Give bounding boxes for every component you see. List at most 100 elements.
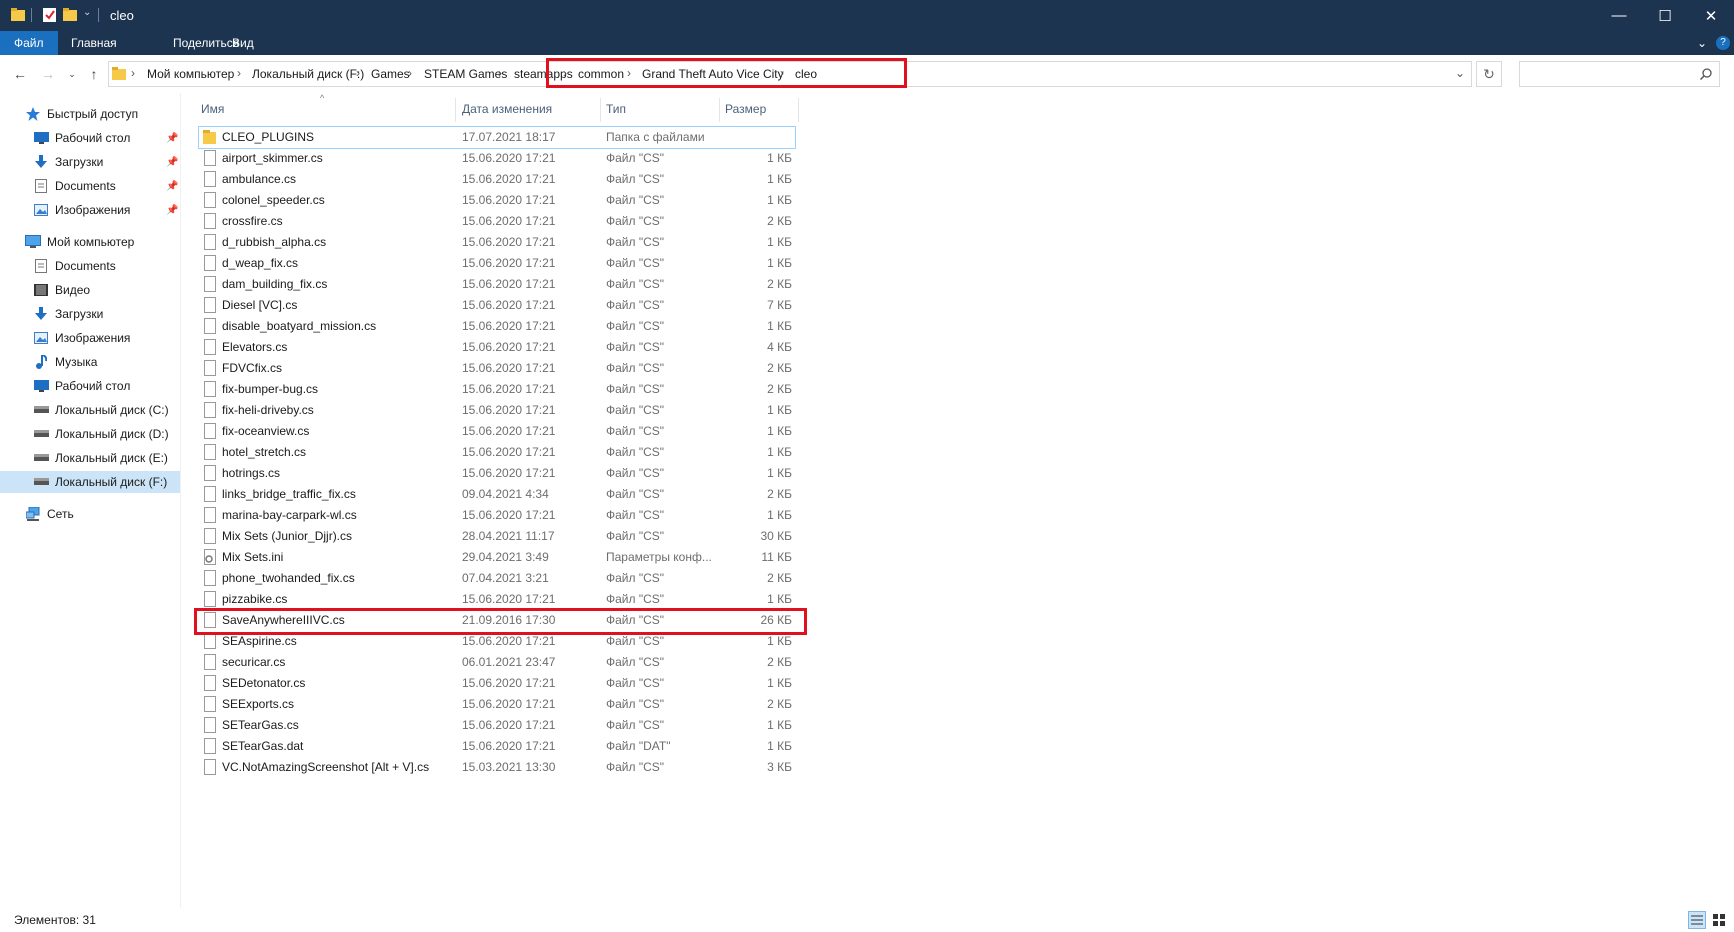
sidebar-item-video[interactable]: Видео bbox=[0, 279, 180, 301]
sidebar-item-drive-f[interactable]: Локальный диск (F:) bbox=[0, 471, 180, 493]
details-view-icon[interactable] bbox=[1688, 911, 1706, 929]
sidebar-item-pictures[interactable]: Изображения bbox=[0, 327, 180, 349]
forward-arrow-icon[interactable]: → bbox=[38, 55, 58, 93]
file-type: Файл "CS" bbox=[606, 424, 665, 438]
file-row[interactable]: phone_twohanded_fix.cs 07.04.2021 3:21 Фай… bbox=[199, 568, 795, 589]
file-row[interactable]: airport_skimmer.cs 15.06.2020 17:21 Файл "… bbox=[199, 148, 795, 169]
file-row[interactable]: links_bridge_traffic_fix.cs 09.04.2021 4:… bbox=[199, 484, 795, 505]
sidebar-item-music[interactable]: Музыка bbox=[0, 351, 180, 373]
file-row[interactable]: SEExports.cs 15.06.2020 17:21 Файл "CS" 2 К… bbox=[199, 694, 795, 715]
breadcrumb-separator[interactable]: › bbox=[498, 66, 502, 80]
download-icon bbox=[33, 154, 49, 170]
column-divider[interactable] bbox=[798, 98, 799, 122]
sidebar-item-my-computer[interactable]: Мой компьютер bbox=[0, 231, 180, 253]
file-row[interactable]: crossfire.cs 15.06.2020 17:21 Файл "CS" 2 К… bbox=[199, 211, 795, 232]
column-header-size[interactable]: Размер bbox=[725, 98, 766, 120]
file-row[interactable]: disable_boatyard_mission.cs 15.06.2020 17… bbox=[199, 316, 795, 337]
file-row[interactable]: colonel_speeder.cs 15.06.2020 17:21 Файл "… bbox=[199, 190, 795, 211]
breadcrumb-separator[interactable]: › bbox=[356, 66, 360, 80]
breadcrumb-item[interactable]: STEAM Games bbox=[424, 67, 507, 81]
pin-icon[interactable]: 📌 bbox=[166, 133, 178, 144]
sidebar-item-label: Рабочий стол bbox=[55, 131, 131, 145]
file-icon bbox=[204, 339, 216, 355]
file-row[interactable]: Mix Sets.ini 29.04.2021 3:49 Параметры кон… bbox=[199, 547, 795, 568]
file-type: Файл "CS" bbox=[606, 151, 665, 165]
pin-icon[interactable]: 📌 bbox=[166, 181, 178, 192]
qat-dropdown-icon[interactable]: ⌄ bbox=[83, 7, 91, 18]
file-row[interactable]: SETearGas.dat 15.06.2020 17:21 Файл "DAT" 1… bbox=[199, 736, 795, 757]
sidebar-item-network[interactable]: Сеть bbox=[0, 503, 180, 525]
address-history-icon[interactable]: ⌄ bbox=[1455, 66, 1465, 80]
file-row[interactable]: SETearGas.cs 15.06.2020 17:21 Файл "CS" 1 К… bbox=[199, 715, 795, 736]
sidebar-item-documents[interactable]: Documents 📌 bbox=[0, 175, 180, 197]
sidebar-item-drive-c[interactable]: Локальный диск (C:) bbox=[0, 399, 180, 421]
breadcrumb-separator[interactable]: › bbox=[237, 66, 241, 80]
file-name: crossfire.cs bbox=[222, 214, 283, 228]
file-row[interactable]: fix-bumper-bug.cs 15.06.2020 17:21 Файл "C… bbox=[199, 379, 795, 400]
pin-icon[interactable]: 📌 bbox=[166, 205, 178, 216]
sidebar-item-drive-e[interactable]: Локальный диск (E:) bbox=[0, 447, 180, 469]
file-row[interactable]: FDVCfix.cs 15.06.2020 17:21 Файл "CS" 2 КБ bbox=[199, 358, 795, 379]
close-button[interactable]: ✕ bbox=[1688, 0, 1734, 31]
file-row[interactable]: pizzabike.cs 15.06.2020 17:21 Файл "CS" 1 К… bbox=[199, 589, 795, 610]
file-row[interactable]: dam_building_fix.cs 15.06.2020 17:21 Файл … bbox=[199, 274, 795, 295]
sidebar-item-drive-d[interactable]: Локальный диск (D:) bbox=[0, 423, 180, 445]
file-row[interactable]: d_rubbish_alpha.cs 15.06.2020 17:21 Файл "… bbox=[199, 232, 795, 253]
refresh-icon[interactable]: ↻ bbox=[1476, 61, 1502, 87]
file-size: 2 КБ bbox=[767, 382, 792, 396]
sidebar-item-documents[interactable]: Documents bbox=[0, 255, 180, 277]
up-arrow-icon[interactable]: ↑ bbox=[84, 55, 104, 93]
file-row[interactable]: VC.NotAmazingScreenshot [Alt + V].cs 15.0… bbox=[199, 757, 795, 778]
sidebar-item-desktop[interactable]: Рабочий стол bbox=[0, 375, 180, 397]
sidebar-item-pictures[interactable]: Изображения 📌 bbox=[0, 199, 180, 221]
file-size: 1 КБ bbox=[767, 193, 792, 207]
file-row[interactable]: d_weap_fix.cs 15.06.2020 17:21 Файл "CS" 1 … bbox=[199, 253, 795, 274]
file-row[interactable]: marina-bay-carpark-wl.cs 15.06.2020 17:21… bbox=[199, 505, 795, 526]
tab-home[interactable]: Главная bbox=[57, 31, 131, 55]
breadcrumb-item[interactable]: Локальный диск (F:) bbox=[252, 67, 364, 81]
search-input[interactable] bbox=[1519, 61, 1720, 87]
maximize-button[interactable]: ☐ bbox=[1642, 0, 1688, 31]
pin-icon[interactable]: 📌 bbox=[166, 157, 178, 168]
file-row[interactable]: SEDetonator.cs 15.06.2020 17:21 Файл "CS" 1… bbox=[199, 673, 795, 694]
file-row[interactable]: hotel_stretch.cs 15.06.2020 17:21 Файл "CS… bbox=[199, 442, 795, 463]
ribbon-expand-icon[interactable]: ⌄ bbox=[1697, 31, 1707, 55]
tab-view[interactable]: Вид bbox=[218, 31, 268, 55]
file-size: 1 КБ bbox=[767, 319, 792, 333]
column-header-date[interactable]: Дата изменения bbox=[462, 98, 552, 120]
file-date: 15.06.2020 17:21 bbox=[462, 445, 556, 459]
file-icon bbox=[204, 234, 216, 250]
file-row[interactable]: ambulance.cs 15.06.2020 17:21 Файл "CS" 1 К… bbox=[199, 169, 795, 190]
new-folder-icon[interactable] bbox=[63, 8, 77, 22]
folder-row[interactable]: CLEO_PLUGINS 17.07.2021 18:17 Папка с файл… bbox=[198, 126, 796, 149]
sidebar-item-downloads[interactable]: Загрузки bbox=[0, 303, 180, 325]
file-row[interactable]: securicar.cs 06.01.2021 23:47 Файл "CS" 2 К… bbox=[199, 652, 795, 673]
sidebar-item-desktop[interactable]: Рабочий стол 📌 bbox=[0, 127, 180, 149]
back-arrow-icon[interactable]: ← bbox=[10, 55, 30, 93]
column-divider[interactable] bbox=[455, 98, 456, 122]
column-header-type[interactable]: Тип bbox=[606, 98, 626, 120]
file-row[interactable]: Diesel [VC].cs 15.06.2020 17:21 Файл "CS" 7… bbox=[199, 295, 795, 316]
file-row[interactable]: Elevators.cs 15.06.2020 17:21 Файл "CS" 4 К… bbox=[199, 337, 795, 358]
file-row[interactable]: Mix Sets (Junior_Djjr).cs 28.04.2021 11:1… bbox=[199, 526, 795, 547]
help-icon[interactable]: ? bbox=[1716, 36, 1730, 50]
sidebar-item-quick-access[interactable]: Быстрый доступ bbox=[0, 103, 180, 125]
minimize-button[interactable]: — bbox=[1596, 0, 1642, 31]
breadcrumb-item[interactable]: Games bbox=[371, 67, 410, 81]
column-divider[interactable] bbox=[600, 98, 601, 122]
file-row[interactable]: fix-oceanview.cs 15.06.2020 17:21 Файл "CS… bbox=[199, 421, 795, 442]
properties-icon[interactable] bbox=[43, 8, 56, 22]
file-name: d_weap_fix.cs bbox=[222, 256, 299, 270]
large-icons-view-icon[interactable] bbox=[1710, 911, 1728, 929]
column-header-name[interactable]: Имя bbox=[201, 98, 224, 120]
breadcrumb-separator[interactable]: › bbox=[408, 66, 412, 80]
breadcrumb-item[interactable]: Мой компьютер bbox=[147, 67, 234, 81]
file-row[interactable]: hotrings.cs 15.06.2020 17:21 Файл "CS" 1 КБ bbox=[199, 463, 795, 484]
tab-file[interactable]: Файл bbox=[0, 31, 58, 55]
recent-locations-icon[interactable]: ⌄ bbox=[66, 55, 78, 93]
file-size: 2 КБ bbox=[767, 277, 792, 291]
column-divider[interactable] bbox=[719, 98, 720, 122]
file-row[interactable]: fix-heli-driveby.cs 15.06.2020 17:21 Файл … bbox=[199, 400, 795, 421]
sidebar-item-downloads[interactable]: Загрузки 📌 bbox=[0, 151, 180, 173]
breadcrumb-separator[interactable]: › bbox=[131, 66, 135, 80]
